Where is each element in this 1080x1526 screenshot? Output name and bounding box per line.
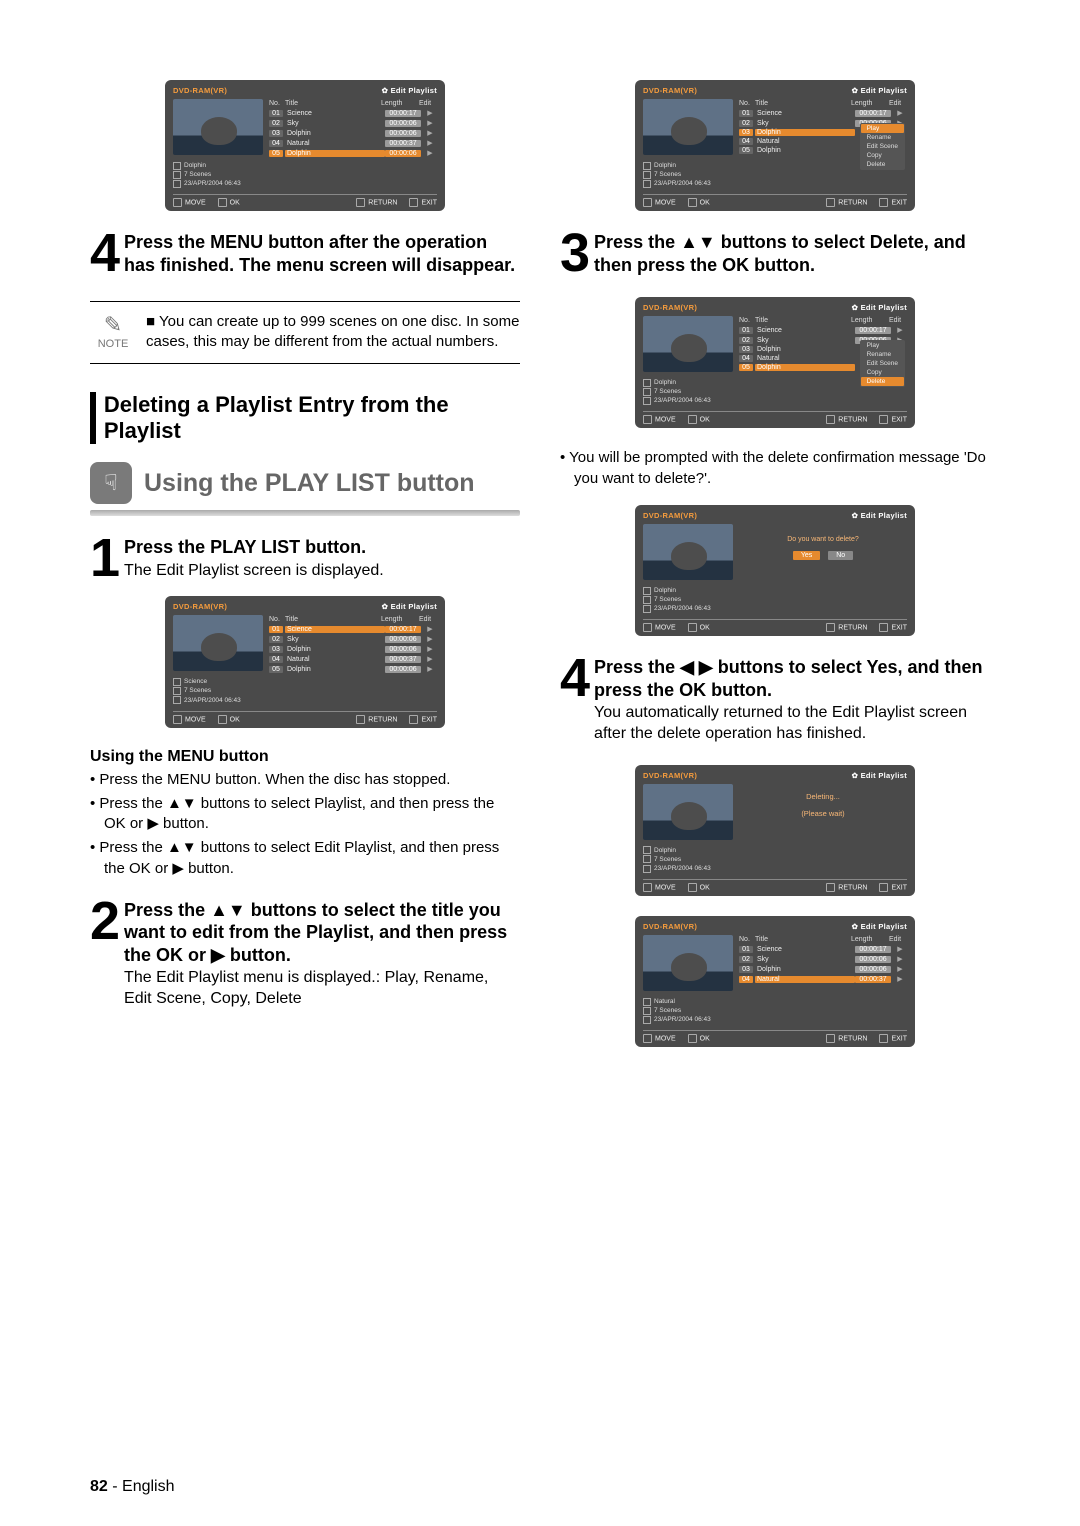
screenshot-after-delete: DVD-RAM(VR)✿ Edit Playlist Natural 7 Sce… [635, 916, 915, 1047]
step-4-right: 4 Press the ◀ ▶ buttons to select Yes, a… [560, 656, 990, 745]
step-3: 3 Press the ▲▼ buttons to select Delete,… [560, 231, 990, 277]
preview-image [173, 99, 263, 155]
section-heading: Deleting a Playlist Entry from the Playl… [90, 392, 520, 445]
using-menu-heading: Using the MENU button [90, 748, 520, 766]
screenshot-ctx-play: DVD-RAM(VR)✿ Edit Playlist Dolphin 7 Sce… [635, 80, 915, 211]
step-1: 1 Press the PLAY LIST button.The Edit Pl… [90, 536, 520, 582]
screenshot-step1: DVD-RAM(VR)✿ Edit Playlist Science 7 Sce… [165, 596, 445, 727]
yes-button: Yes [793, 551, 820, 560]
gear-label: ✿ Edit Playlist [382, 86, 437, 95]
banner-title: Using the PLAY LIST button [144, 469, 520, 498]
page-footer: 82 - English [90, 1478, 175, 1496]
no-button: No [828, 551, 853, 560]
note-box: ✎NOTE You can create up to 999 scenes on… [90, 301, 520, 364]
step-4-left: 4 Press the MENU button after the operat… [90, 231, 520, 277]
note-icon: ✎ [90, 312, 136, 338]
screenshot-edit-playlist: DVD-RAM(VR)✿ Edit Playlist Dolphin 7 Sce… [165, 80, 445, 211]
prompt-text: You will be prompted with the delete con… [560, 448, 990, 489]
menu-instructions: Press the MENU button. When the disc has… [90, 770, 520, 879]
screenshot-ctx-delete: DVD-RAM(VR)✿ Edit Playlist Dolphin 7 Sce… [635, 297, 915, 428]
hand-icon: ☟ [90, 462, 132, 504]
screenshot-confirm: DVD-RAM(VR)✿ Edit Playlist Dolphin 7 Sce… [635, 505, 915, 636]
screenshot-deleting: DVD-RAM(VR)✿ Edit Playlist Dolphin 7 Sce… [635, 765, 915, 896]
step-2: 2 Press the ▲▼ buttons to select the tit… [90, 899, 520, 1010]
context-menu: Play Rename Edit Scene Copy Delete [860, 123, 905, 170]
